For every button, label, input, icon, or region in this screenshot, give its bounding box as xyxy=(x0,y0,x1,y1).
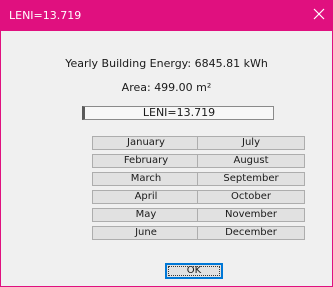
may-button[interactable]: May xyxy=(92,208,200,222)
july-button[interactable]: July xyxy=(197,136,305,150)
area-label: Area: 499.00 m² xyxy=(121,81,212,94)
march-button[interactable]: March xyxy=(92,172,200,186)
december-button[interactable]: December xyxy=(197,226,305,240)
august-button[interactable]: August xyxy=(197,154,305,168)
june-button[interactable]: June xyxy=(92,226,200,240)
january-button[interactable]: January xyxy=(92,136,200,150)
close-icon[interactable] xyxy=(312,7,326,21)
september-button[interactable]: September xyxy=(197,172,305,186)
leni-dialog: LENI=13.719 Yearly Building Energy: 6845… xyxy=(0,0,333,287)
leni-value-field: LENI=13.719 xyxy=(82,106,274,120)
window-title: LENI=13.719 xyxy=(9,9,82,22)
april-button[interactable]: April xyxy=(92,190,200,204)
november-button[interactable]: November xyxy=(197,208,305,222)
february-button[interactable]: February xyxy=(92,154,200,168)
ok-button[interactable]: OK xyxy=(165,263,223,279)
title-bar[interactable]: LENI=13.719 xyxy=(1,1,332,31)
october-button[interactable]: October xyxy=(197,190,305,204)
yearly-energy-label: Yearly Building Energy: 6845.81 kWh xyxy=(65,57,268,70)
